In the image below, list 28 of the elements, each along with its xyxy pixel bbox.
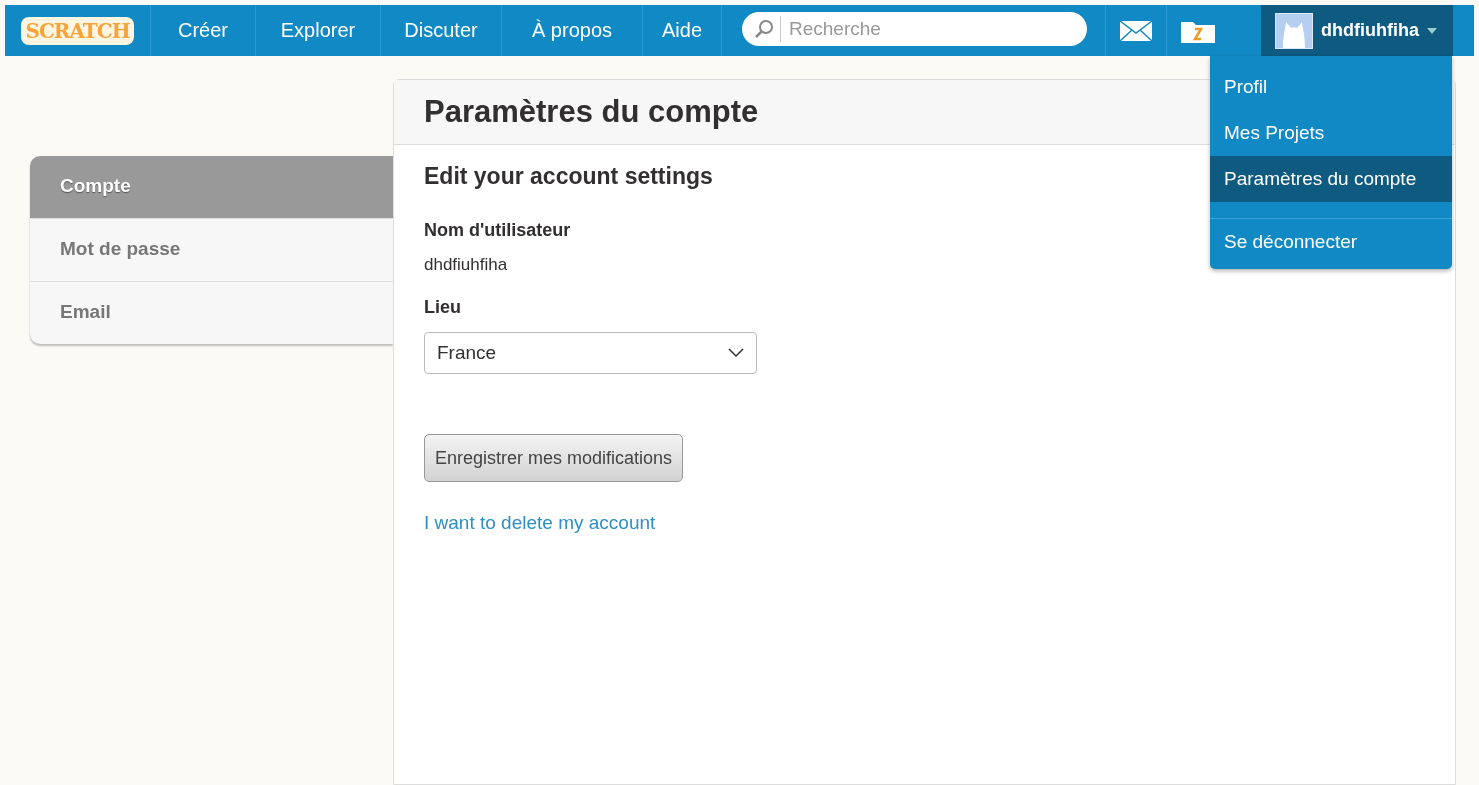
country-select[interactable]: France: [424, 332, 757, 374]
nav-link[interactable]: Explorer: [256, 5, 381, 56]
username-label: dhdfiuhfiha: [1321, 20, 1419, 41]
sidebar-item[interactable]: Email: [30, 282, 393, 344]
save-button[interactable]: Enregistrer mes modifications: [424, 434, 684, 482]
avatar-icon: [1275, 12, 1313, 49]
nav-link[interactable]: Aide: [643, 5, 722, 56]
menu-item[interactable]: Paramètres du compte: [1210, 156, 1452, 202]
search-icon: [754, 19, 774, 39]
caret-icon: [1427, 27, 1437, 34]
delete-account-link[interactable]: I want to delete my account: [424, 512, 656, 534]
search-bar[interactable]: Recherche: [742, 12, 1087, 46]
page-title: Paramètres du compte: [424, 94, 759, 130]
menu-item[interactable]: Mes Projets: [1210, 110, 1452, 156]
field-label: Nom d'utilisateur: [424, 220, 571, 241]
envelope-icon[interactable]: [1119, 19, 1153, 42]
field-label: Lieu: [424, 297, 461, 318]
section-heading: Edit your account settings: [424, 163, 713, 190]
nav-link[interactable]: Discuter: [381, 5, 502, 56]
nav-link[interactable]: Créer: [151, 5, 256, 56]
menu-item[interactable]: Profil: [1210, 64, 1452, 110]
nav-link[interactable]: À propos: [502, 5, 643, 56]
sidebar-item[interactable]: Compte: [30, 156, 393, 219]
field-value: dhdfiuhfiha: [424, 255, 508, 275]
chevron-down-icon: [728, 348, 744, 358]
search-input[interactable]: Recherche: [780, 16, 1073, 42]
menu-item[interactable]: Se déconnecter: [1210, 219, 1452, 265]
user-menu-button[interactable]: dhdfiuhfiha: [1261, 5, 1453, 56]
